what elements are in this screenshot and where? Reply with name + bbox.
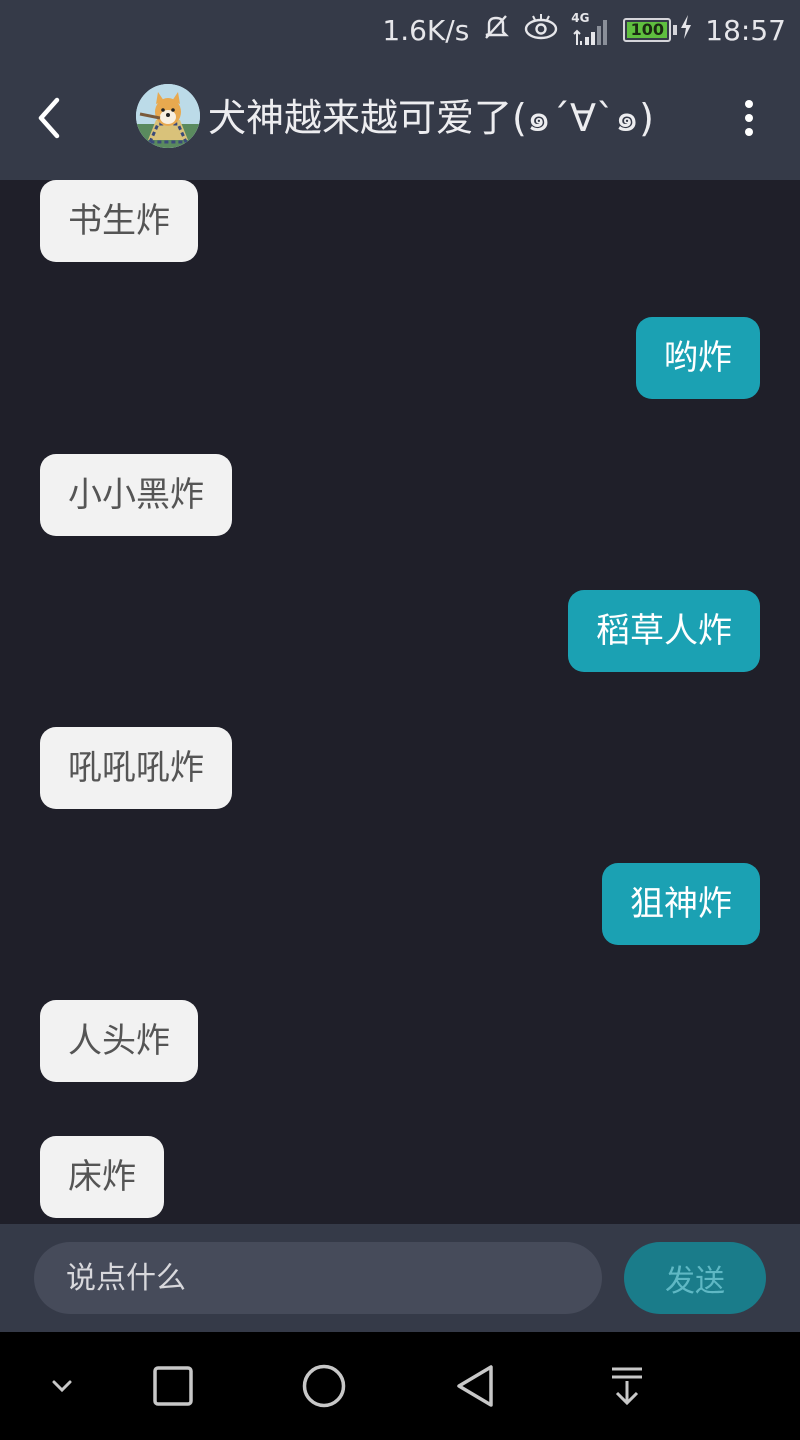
chat-header: 犬神越来越可爱了(๑´∀`๑) xyxy=(0,60,800,180)
message-outgoing[interactable]: 哟炸 xyxy=(636,317,760,399)
back-button[interactable] xyxy=(24,88,74,148)
network-type: 4G xyxy=(571,11,590,25)
signal-icon: 4G xyxy=(571,11,611,47)
chevron-left-icon xyxy=(38,97,60,139)
message-outgoing[interactable]: 稻草人炸 xyxy=(568,590,760,672)
avatar[interactable] xyxy=(136,84,200,148)
system-nav-bar xyxy=(0,1332,800,1440)
message-incoming[interactable]: 床炸 xyxy=(40,1136,164,1218)
message-incoming[interactable]: 书生炸 xyxy=(40,180,198,262)
notification-pull-icon xyxy=(612,1367,642,1406)
clock: 18:57 xyxy=(705,13,786,47)
status-bar: 1.6K/s 4G 100 18:57 xyxy=(0,0,800,60)
send-button[interactable]: 发送 xyxy=(624,1242,766,1314)
chat-title: 犬神越来越可爱了(๑´∀`๑) xyxy=(208,96,654,140)
back-nav-button[interactable] xyxy=(446,1356,506,1416)
status-bar-right: 1.6K/s 4G 100 18:57 xyxy=(382,10,786,50)
message-incoming[interactable]: 小小黑炸 xyxy=(40,454,232,536)
battery-icon: 100 xyxy=(623,18,678,42)
mute-icon xyxy=(481,12,511,49)
message-incoming[interactable]: 吼吼吼炸 xyxy=(40,727,232,809)
circle-icon xyxy=(302,1364,346,1408)
triangle-back-icon xyxy=(457,1365,493,1407)
message-incoming[interactable]: 人头炸 xyxy=(40,1000,198,1082)
more-button[interactable] xyxy=(734,96,764,140)
eye-icon xyxy=(523,12,559,49)
message-input[interactable] xyxy=(34,1242,602,1314)
charging-icon xyxy=(679,14,693,47)
recent-apps-button[interactable] xyxy=(143,1356,203,1416)
notification-pull-button[interactable] xyxy=(597,1356,657,1416)
home-button[interactable] xyxy=(294,1356,354,1416)
message-outgoing[interactable]: 狙神炸 xyxy=(602,863,760,945)
square-icon xyxy=(153,1366,193,1406)
battery-level: 100 xyxy=(627,22,668,38)
more-vertical-icon xyxy=(745,100,753,108)
composer: 发送 xyxy=(0,1224,800,1332)
net-speed: 1.6K/s xyxy=(382,13,470,47)
chevron-down-icon xyxy=(52,1380,72,1393)
message-list[interactable]: 书生炸 哟炸 小小黑炸 稻草人炸 吼吼吼炸 狙神炸 人头炸 床炸 xyxy=(0,180,800,1224)
nav-hide-button[interactable] xyxy=(32,1356,92,1416)
